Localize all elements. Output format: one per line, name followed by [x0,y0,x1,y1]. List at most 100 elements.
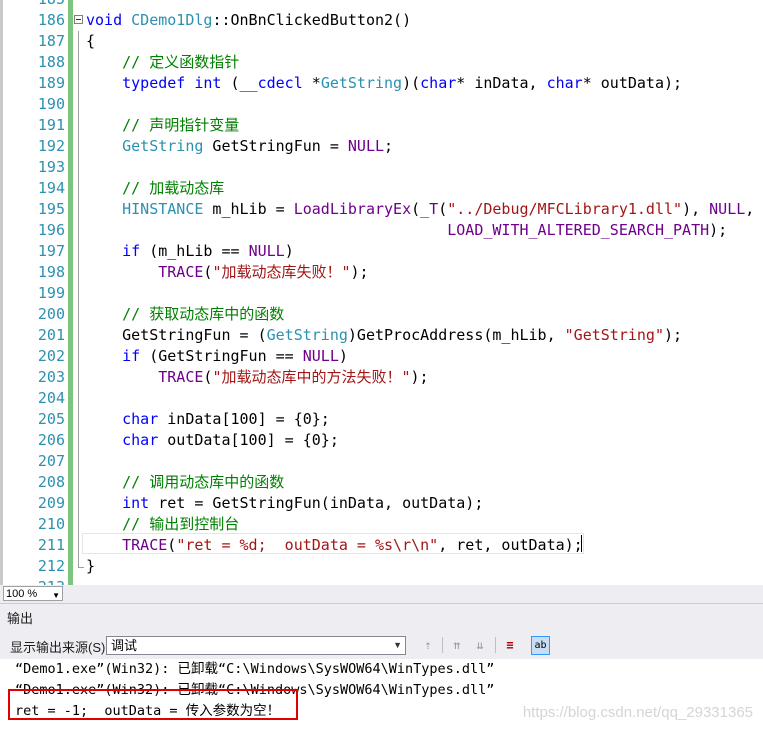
code-token: // 输出到控制台 [122,515,240,533]
code-token: typedef int [122,74,231,92]
code-line[interactable]: 199 [38,283,763,304]
code-line[interactable]: 198 TRACE("加载动态库失败！"); [38,262,763,283]
code-line[interactable]: 200 // 获取动态库中的函数 [38,304,763,325]
line-number: 199 [37,284,65,302]
fold-guide [78,241,79,262]
code-line[interactable]: 207 [38,451,763,472]
line-number: 192 [37,137,65,155]
code-line[interactable]: 208 // 调用动态库中的函数 [38,472,763,493]
code-token: "GetString" [564,326,664,344]
code-line[interactable]: 196 LOAD_WITH_ALTERED_SEARCH_PATH); [38,220,763,241]
previous-message-icon[interactable]: ⇈ [449,637,465,653]
code-text: GetString GetStringFun = NULL; [86,136,393,157]
fold-guide [78,262,79,283]
code-token: GetString [266,326,348,344]
toolbar-separator [495,637,496,653]
fold-guide [78,514,79,535]
collapse-icon[interactable] [74,15,83,24]
code-line[interactable]: 212} [38,556,763,577]
chevron-down-icon: ▼ [52,591,60,600]
code-line[interactable]: 201 GetStringFun = (GetString)GetProcAdd… [38,325,763,346]
word-wrap-toggle-icon[interactable]: ab [531,636,550,655]
chevron-down-icon: ▼ [393,640,402,650]
code-line[interactable]: 203 TRACE("加载动态库中的方法失败！"); [38,367,763,388]
code-line[interactable]: 189 typedef int (__cdecl *GetString)(cha… [38,73,763,94]
code-token: TRACE [158,263,204,281]
line-number: 200 [37,305,65,323]
code-token: "ret = %d; outData = %s\r\n" [176,536,439,554]
fold-guide [78,136,79,157]
output-source-dropdown[interactable]: 调试 ▼ [106,636,406,655]
line-number: 198 [37,263,65,281]
next-message-icon[interactable]: ⇊ [472,637,488,653]
code-token: char [122,431,168,449]
code-text: void CDemo1Dlg::OnBnClickedButton2() [86,10,411,31]
code-token: // 声明指针变量 [122,116,240,134]
watermark-text: https://blog.csdn.net/qq_29331365 [522,704,753,721]
code-line[interactable]: 188 // 定义函数指针 [38,52,763,73]
code-line[interactable]: 185 [38,0,763,10]
code-area[interactable]: 185186 void CDemo1Dlg::OnBnClickedButton2… [38,0,763,585]
code-line[interactable]: 192 GetString GetStringFun = NULL; [38,136,763,157]
editor-bottom-bar: 100 % ▼ [0,585,763,603]
code-line[interactable]: 209 int ret = GetStringFun(inData, outDa… [38,493,763,514]
code-token: HINSTANCE [122,200,204,218]
code-text: { [86,31,95,52]
code-text: LOAD_WITH_ALTERED_SEARCH_PATH); [86,220,727,241]
line-number: 212 [37,557,65,575]
code-line[interactable]: 213 [38,577,763,585]
code-token: "加载动态库失败！" [212,263,351,281]
code-token: , [745,200,755,218]
code-line[interactable]: 206 char outData[100] = {0}; [38,430,763,451]
code-line[interactable]: 191 // 声明指针变量 [38,115,763,136]
line-number: 213 [0,577,65,585]
line-number: 206 [37,431,65,449]
red-highlight-box [8,689,298,720]
code-token: LoadLibraryEx [293,200,412,218]
code-line[interactable]: 186 void CDemo1Dlg::OnBnClickedButton2() [38,10,763,31]
code-token: // 定义函数指针 [122,53,240,71]
code-line[interactable]: 190 [38,94,763,115]
fold-guide [78,157,79,178]
code-token: ); [664,326,683,344]
code-line[interactable]: 205 char inData[100] = {0}; [38,409,763,430]
line-number: 203 [37,368,65,386]
code-token: ( [411,200,421,218]
fold-guide [78,367,79,388]
code-line[interactable]: 211 TRACE("ret = %d; outData = %s\r\n", … [38,535,763,556]
horizontal-scrollbar[interactable] [66,588,763,600]
goto-location-icon[interactable]: ⇡ [420,637,436,653]
code-line[interactable]: 197 if (m_hLib == NULL) [38,241,763,262]
line-number: 190 [37,95,65,113]
code-token: GetStringFun = ( [86,326,267,344]
code-editor[interactable]: 185186 void CDemo1Dlg::OnBnClickedButton2… [0,0,763,585]
code-line[interactable]: 202 if (GetStringFun == NULL) [38,346,763,367]
code-token: TRACE [122,536,168,554]
code-line[interactable]: 187 { [38,31,763,52]
code-token: TRACE [158,368,204,386]
fold-guide [78,304,79,325]
code-line[interactable]: 194 // 加载动态库 [38,178,763,199]
clear-all-icon[interactable]: ≡ [502,637,518,653]
output-toolbar: 显示输出来源(S): 调试 ▼ ⇡ ⇈ ⇊ ≡ ab [0,631,763,659]
fold-guide [78,556,84,568]
code-line[interactable]: 204 [38,388,763,409]
code-text: GetStringFun = (GetString)GetProcAddress… [86,325,682,346]
code-line[interactable]: 193 [38,157,763,178]
code-line[interactable]: 195 HINSTANCE m_hLib = LoadLibraryEx(_T(… [38,199,763,220]
code-token: )( [402,74,421,92]
fold-guide [78,430,79,451]
zoom-dropdown[interactable]: 100 % ▼ [3,586,63,601]
fold-guide [78,493,79,514]
code-text: // 声明指针变量 [86,115,239,136]
code-line[interactable]: 210 // 输出到控制台 [38,514,763,535]
code-token: NULL [302,347,339,365]
line-number: 186 [37,11,65,29]
